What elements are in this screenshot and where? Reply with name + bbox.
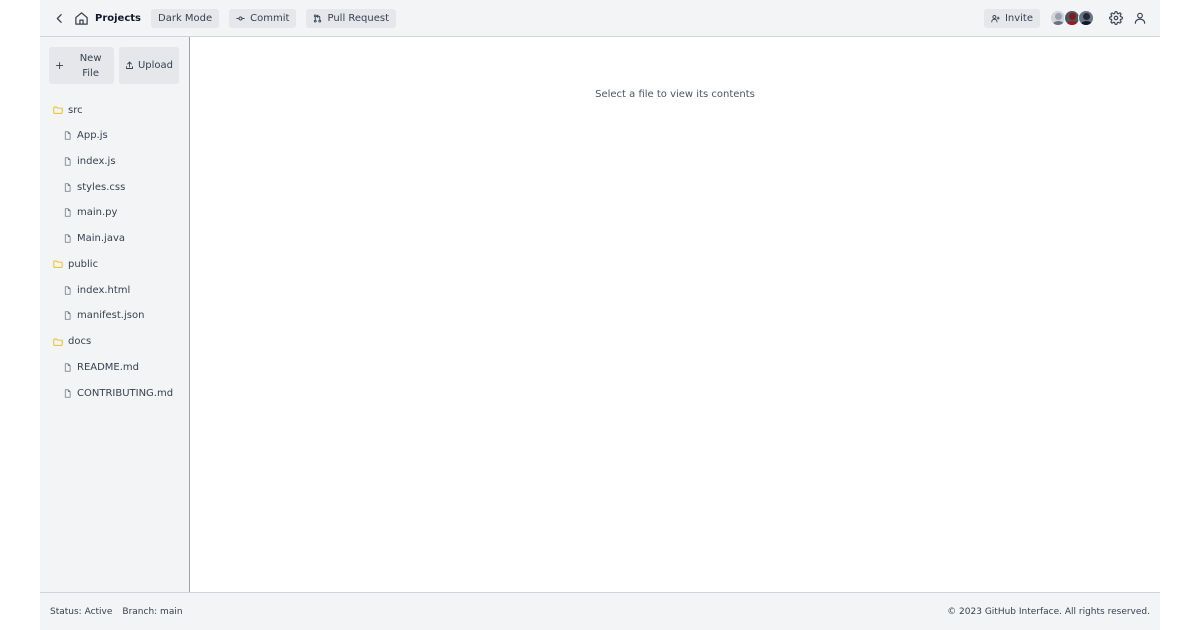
file-icon (64, 183, 71, 192)
folder-item-docs[interactable]: docs (49, 329, 179, 355)
main-area: + New File Upload src App.js index.js style… (40, 37, 1160, 592)
file-item[interactable]: CONTRIBUTING.md (49, 381, 179, 407)
avatar-body (1066, 21, 1079, 25)
collaborator-avatars (1050, 10, 1094, 26)
file-label: index.js (77, 156, 116, 168)
file-item[interactable]: Main.java (49, 226, 179, 252)
file-icon (64, 363, 71, 372)
commit-label: Commit (250, 12, 290, 24)
upload-button[interactable]: Upload (119, 47, 179, 84)
chevron-left-icon (56, 13, 62, 23)
new-file-button[interactable]: + New File (49, 47, 114, 84)
file-viewer: Select a file to view its contents (190, 37, 1160, 592)
file-item[interactable]: index.js (49, 149, 179, 175)
folder-label: public (68, 258, 99, 270)
file-icon (64, 157, 71, 166)
status-text: Status: Active (50, 606, 113, 617)
avatar-face (1055, 13, 1062, 20)
settings-button[interactable] (1106, 8, 1126, 28)
profile-button[interactable] (1130, 8, 1150, 28)
file-icon (64, 131, 71, 140)
invite-button[interactable]: Invite (983, 8, 1040, 28)
file-label: index.html (77, 284, 131, 296)
file-label: Main.java (77, 233, 126, 245)
file-icon (64, 208, 71, 218)
home-icon (74, 11, 88, 25)
file-label: README.md (77, 362, 140, 374)
user-plus-icon (991, 14, 1000, 22)
file-item[interactable]: manifest.json (49, 303, 179, 329)
file-item[interactable]: README.md (49, 355, 179, 381)
folder-icon (53, 261, 63, 269)
dark-mode-label: Dark Mode (158, 12, 213, 24)
file-icon (64, 389, 71, 398)
pull-request-button[interactable]: Pull Request (306, 8, 397, 28)
file-icon (64, 311, 71, 321)
commit-icon (236, 16, 245, 20)
file-item[interactable]: App.js (49, 123, 179, 149)
invite-label: Invite (1004, 12, 1033, 24)
page-title: Projects (95, 12, 142, 24)
avatar-body (1080, 21, 1093, 25)
upload-icon (126, 61, 133, 69)
upload-label: Upload (137, 60, 174, 71)
file-label: main.py (77, 207, 118, 219)
folder-item-public[interactable]: public (49, 251, 179, 277)
app-window: Projects Dark Mode Commit Pull Request I… (40, 0, 1160, 630)
user-icon (1134, 12, 1146, 24)
folder-icon (53, 106, 63, 114)
branch-text: Branch: main (122, 606, 183, 617)
empty-state-message: Select a file to view its contents (595, 89, 755, 100)
folder-label: src (68, 104, 83, 116)
file-sidebar: + New File Upload src App.js index.js style… (40, 37, 190, 592)
folder-icon (53, 338, 63, 346)
copyright-text: © 2023 GitHub Interface. All rights rese… (947, 606, 1150, 617)
status-bar: Status: Active Branch: main © 2023 GitHu… (40, 592, 1160, 630)
file-label: styles.css (77, 181, 126, 193)
avatar-body (1052, 21, 1065, 25)
new-file-label: New File (79, 52, 102, 79)
file-item[interactable]: styles.css (49, 174, 179, 200)
file-item[interactable]: main.py (49, 200, 179, 226)
file-icon (64, 234, 71, 243)
file-label: CONTRIBUTING.md (77, 387, 174, 399)
file-label: manifest.json (77, 310, 145, 322)
gear-icon (1109, 11, 1123, 25)
avatar-face (1083, 13, 1090, 20)
file-icon (64, 286, 71, 295)
file-item[interactable]: index.html (49, 277, 179, 303)
pull-request-label: Pull Request (327, 12, 390, 24)
file-label: App.js (77, 130, 108, 142)
folder-item-src[interactable]: src (49, 97, 179, 123)
dark-mode-button[interactable]: Dark Mode (151, 8, 220, 28)
avatar-face (1069, 13, 1076, 20)
avatar[interactable] (1078, 10, 1094, 26)
sidebar-actions: + New File Upload (49, 47, 179, 84)
file-tree: src App.js index.js styles.css main.py Main.j… (49, 97, 179, 406)
top-header: Projects Dark Mode Commit Pull Request I… (40, 0, 1160, 37)
plus-icon: + (55, 59, 65, 72)
home-button[interactable] (72, 9, 90, 27)
back-button[interactable] (50, 9, 68, 27)
commit-button[interactable]: Commit (229, 8, 297, 28)
folder-label: docs (68, 336, 92, 348)
git-pull-request-icon (314, 13, 322, 23)
